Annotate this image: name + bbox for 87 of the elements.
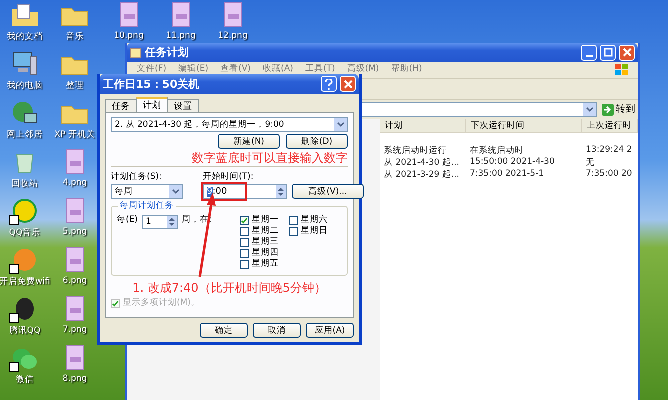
icon-label[interactable]: 我的文档 bbox=[7, 31, 43, 43]
table-cell-text: 无 bbox=[585, 157, 596, 169]
minimize-button[interactable] bbox=[581, 44, 597, 60]
close-icon bbox=[344, 80, 352, 88]
windows-logo-icon bbox=[614, 63, 630, 77]
window-title: 任务计划 bbox=[145, 45, 189, 60]
menu-item[interactable]: 收藏(A) bbox=[263, 63, 294, 75]
icon-label[interactable]: 6.png bbox=[62, 276, 88, 286]
table-cell-text: 13:29:24 2 bbox=[585, 145, 634, 157]
minimize-icon bbox=[586, 54, 592, 56]
group-title: 每周计划任务 bbox=[118, 201, 176, 212]
menu-item[interactable]: 文件(F) bbox=[137, 63, 167, 75]
icon-label[interactable]: 音乐 bbox=[66, 31, 84, 43]
icon-label[interactable]: 整理 bbox=[66, 80, 84, 92]
close-icon bbox=[622, 48, 632, 57]
tab[interactable]: 计划 bbox=[136, 97, 168, 112]
close-button[interactable] bbox=[619, 44, 635, 60]
caret-icon bbox=[586, 106, 594, 112]
advanced-button[interactable]: 高级(V)... bbox=[292, 184, 364, 199]
column-header[interactable]: 上次运行时 bbox=[582, 119, 638, 132]
highlight-frame bbox=[201, 182, 247, 201]
check-icon bbox=[112, 300, 119, 308]
tab[interactable]: 任务 bbox=[105, 99, 137, 112]
column-header[interactable]: 下次运行时间 bbox=[466, 119, 582, 132]
icon-label[interactable]: 微信 bbox=[16, 374, 34, 386]
table-cell-text: 7:35:00 20 bbox=[585, 169, 634, 181]
menu-item[interactable]: 查看(V) bbox=[220, 63, 251, 75]
day-checkbox[interactable]: 星期一 bbox=[240, 215, 279, 226]
calendar-icon bbox=[130, 46, 142, 58]
table-cell-text: 7:35:00 2021-5-1 bbox=[469, 169, 546, 181]
field-label: 计划任务(S): bbox=[111, 172, 163, 183]
dialog-button[interactable]: 应用(A) bbox=[306, 323, 354, 338]
schedule-type-select[interactable]: 每周 bbox=[111, 184, 183, 199]
maximize-button[interactable] bbox=[600, 44, 616, 60]
icon-label[interactable]: 4.png bbox=[62, 178, 88, 188]
caret-icon bbox=[336, 122, 344, 128]
arrow-icon bbox=[197, 193, 217, 279]
table-cell-text: 从 2021-3-29 起... bbox=[383, 169, 460, 181]
icon-label[interactable]: 我的电脑 bbox=[7, 80, 43, 92]
field-label: 每(E) bbox=[117, 215, 138, 226]
icon-label[interactable]: 10.png bbox=[114, 31, 144, 41]
day-checkbox[interactable]: 星期三 bbox=[240, 237, 279, 248]
dialog-button[interactable]: 确定 bbox=[200, 323, 248, 338]
delete-button[interactable]: 删除(D) bbox=[286, 134, 348, 149]
caret-icon bbox=[172, 188, 180, 194]
table-cell-text: 系统启动时运行 bbox=[383, 145, 448, 157]
icon-label[interactable]: 11.png bbox=[166, 31, 196, 41]
go-button[interactable]: 转到 bbox=[600, 103, 638, 116]
icon-label[interactable]: 7.png bbox=[62, 325, 88, 335]
new-button[interactable]: 新建(N) bbox=[218, 134, 280, 149]
icon-label[interactable]: 网上邻居 bbox=[7, 129, 43, 141]
weeks-spin-field[interactable]: 1 bbox=[142, 215, 178, 229]
icon-label[interactable]: 腾讯QQ bbox=[9, 325, 41, 337]
dialog-title: 工作日15：50关机 bbox=[103, 76, 200, 92]
menu-item[interactable]: 工具(T) bbox=[305, 63, 336, 75]
table-cell-text: 从 2021-4-30 起... bbox=[383, 157, 460, 169]
field-label: 开始时间(T): bbox=[203, 172, 255, 183]
day-checkbox[interactable]: 星期六 bbox=[288, 215, 328, 226]
icon-label[interactable]: 开启免费wifi bbox=[0, 276, 50, 288]
menu-item[interactable]: 编辑(E) bbox=[178, 63, 209, 75]
close-button[interactable] bbox=[340, 76, 356, 92]
dialog-button[interactable]: 取消 bbox=[253, 323, 301, 338]
icon-label[interactable]: 12.png bbox=[218, 31, 248, 41]
menu-item[interactable]: 高级(M) bbox=[347, 63, 380, 75]
maximize-icon bbox=[604, 48, 612, 57]
help-button[interactable] bbox=[321, 76, 337, 92]
column-header[interactable]: 计划 bbox=[380, 119, 466, 132]
day-checkbox[interactable]: 星期五 bbox=[240, 259, 279, 270]
icon-label[interactable]: XP 开机关 bbox=[54, 129, 96, 141]
help-icon bbox=[325, 78, 333, 90]
arrow-right-icon bbox=[602, 104, 614, 116]
spin-arrows-icon[interactable] bbox=[167, 216, 178, 228]
annotation-text: 数字蓝底时可以直接输入数字 bbox=[192, 151, 348, 165]
table-cell-text: 15:50:00 2021-4-30 bbox=[469, 157, 556, 169]
schedule-select[interactable]: 2. 从 2021-4-30 起，每周的星期一，9:00 bbox=[111, 117, 348, 132]
tab[interactable]: 设置 bbox=[167, 99, 199, 112]
check-icon bbox=[240, 216, 248, 224]
menu-item[interactable]: 帮助(H) bbox=[391, 63, 422, 75]
icon-label[interactable]: 8.png bbox=[62, 374, 88, 384]
start-time-field[interactable]: 9:00 bbox=[203, 184, 287, 199]
spin-arrows-icon[interactable] bbox=[276, 185, 286, 198]
day-checkbox[interactable]: 星期日 bbox=[288, 226, 328, 237]
icon-label[interactable]: 回收站 bbox=[12, 178, 38, 190]
dropdown-button[interactable] bbox=[583, 103, 596, 116]
day-checkbox[interactable]: 星期二 bbox=[240, 226, 279, 237]
day-checkbox[interactable]: 星期四 bbox=[240, 248, 279, 259]
table-cell-text: 在系统启动时 bbox=[469, 145, 525, 157]
